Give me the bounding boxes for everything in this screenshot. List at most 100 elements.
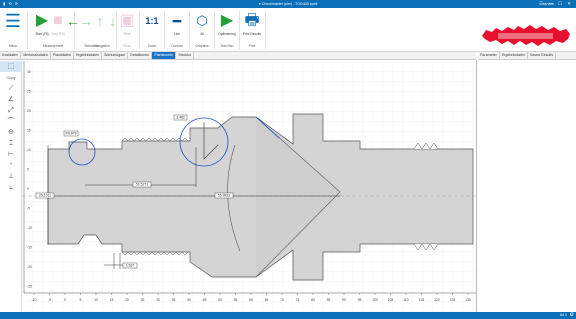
tab-planskontur[interactable]: Planskontur [152, 52, 177, 59]
svg-text:1.482: 1.482 [176, 116, 185, 120]
menu-group-label: Menu [8, 44, 18, 48]
x-tick-label: 45 [203, 298, 207, 302]
x-tick-label: 25 [141, 298, 145, 302]
y-tick-label: 10 [27, 148, 31, 152]
tab-saved-results[interactable]: Saved Results [528, 52, 557, 59]
navigation-group-label: Navigation [94, 44, 110, 48]
clear-label: Clear [123, 32, 131, 36]
x-tick-label: 50 [218, 298, 222, 302]
graphics-group-label: Graphics [195, 44, 209, 48]
x-tick-label: 85 [327, 298, 331, 302]
angle2-tool-icon[interactable]: ⦣ [0, 182, 22, 193]
optimierung-label: Optimierung [218, 32, 236, 36]
x-tick-label: 40 [187, 298, 191, 302]
contour-drawing[interactable]: R0.979 1.482 50.5271 25.1011 55.9831 1.5… [22, 61, 476, 312]
line-label: Line [173, 32, 181, 36]
contour-group-label: Contour [171, 44, 183, 48]
y-tick-label: -15 [27, 246, 32, 250]
clear-button[interactable]: ▣ Clear [116, 10, 138, 46]
x-tick-label: 30 [156, 298, 160, 302]
graphics-icon: ⬡ [196, 13, 208, 28]
company-logo [482, 25, 570, 46]
width-tool-icon[interactable]: ⊢ [0, 149, 22, 160]
x-tick-label: 10 [94, 298, 98, 302]
svg-text:25.1011: 25.1011 [39, 194, 51, 198]
group-separator [164, 11, 165, 49]
tab-kostdaten[interactable]: Kostdaten [0, 52, 22, 59]
x-tick-label: 20 [125, 298, 129, 302]
group-separator [265, 11, 266, 49]
print-group-label: Print [248, 44, 256, 48]
dimension-label-1537[interactable]: 1.537 [122, 262, 138, 269]
svg-text:R0.979: R0.979 [66, 132, 77, 136]
print-label: Print Results [242, 32, 262, 36]
svg-text:50.5271: 50.5271 [136, 183, 148, 187]
dimension-label-1482[interactable]: 1.482 [173, 114, 188, 121]
drawing-canvas[interactable]: R0.979 1.482 50.5271 25.1011 55.9831 1.5… [22, 61, 476, 312]
y-tick-label: 30 [27, 70, 31, 74]
dimension-label-r0979[interactable]: R0.979 [63, 130, 79, 137]
dimension-label-505271[interactable]: 50.5271 [132, 181, 152, 188]
clear-group-label: Clear [123, 44, 131, 48]
tab-detailkontur[interactable]: Detailkontur [128, 52, 153, 59]
all-graphics-button[interactable]: ⬡ All [191, 10, 213, 46]
print-results-button[interactable]: 🖶 Print Results [241, 10, 263, 46]
zoom-readout: 64.1 [560, 313, 567, 317]
line-tool-icon[interactable]: ⟋ [0, 83, 22, 94]
measure-tool-icon[interactable]: ⤢ [0, 105, 22, 116]
tab-werkzeugauf[interactable]: Werkzeugauf [102, 52, 129, 59]
status-bar: 64.1 ⚙ [0, 312, 576, 319]
y-tick-label: -25 [27, 285, 32, 289]
tab-planddaten[interactable]: Planddaten [51, 52, 74, 59]
tab-right-ergebnisdaten[interactable]: Ergebnisdaten [500, 52, 528, 59]
contour-line-icon: ━ [172, 13, 182, 29]
tab-merkmalsdaten[interactable]: Merkmalsdaten [21, 52, 51, 59]
groove-top [413, 142, 439, 150]
height-tool-icon[interactable]: ⌶ [0, 138, 22, 149]
zoom-ratio-value: 1:1 [145, 16, 159, 26]
settings-gear-icon[interactable]: ⚙ [570, 312, 574, 319]
group-separator [27, 11, 28, 49]
app-window: ▮ ⟲ ⟳ ● Checkmaster (sim) - TOG400 speit… [0, 0, 576, 319]
y-tick-label: -10 [27, 226, 32, 230]
y-tick-label: 25 [27, 90, 31, 94]
x-tick-label: 5 [80, 298, 82, 302]
zoom-button[interactable]: 1:1 [141, 10, 163, 46]
clear-icon: ▣ [119, 12, 135, 29]
x-tick-label: 105 [388, 298, 394, 302]
diameter-tool-icon[interactable]: ⊖ [0, 127, 22, 138]
x-tick-label: -5 [48, 298, 51, 302]
angle-tool-icon[interactable]: ∠ [0, 94, 22, 105]
x-tick-label: 80 [311, 298, 315, 302]
x-tick-label: 90 [342, 298, 346, 302]
optimierung-button[interactable]: ▶ Optimierung [216, 10, 238, 46]
x-tick-label: 120 [434, 298, 440, 302]
window-controls[interactable]: ☰ — ☐ ✕ [539, 1, 573, 7]
point-tool-icon[interactable]: ⁺ [0, 160, 22, 171]
x-tick-label: 125 [450, 298, 456, 302]
tab-struktur[interactable]: Struktur [176, 52, 195, 59]
x-tick-label: 95 [358, 298, 362, 302]
x-tick-label: 110 [403, 298, 409, 302]
select-tool-icon[interactable]: ⬚ [0, 61, 22, 72]
group-separator [239, 11, 240, 49]
x-tick-label: 115 [419, 298, 425, 302]
line-button[interactable]: ━ Line [166, 10, 188, 46]
dimension-label-559831[interactable]: 55.9831 [214, 192, 234, 199]
hamburger-icon: ☰ [4, 11, 22, 31]
y-tick-label: 15 [27, 129, 31, 133]
x-tick-label: 75 [296, 298, 300, 302]
dimension-label-251011[interactable]: 25.1011 [35, 192, 55, 199]
play-icon: ▶ [220, 12, 234, 29]
copy-tool-icon[interactable]: Copy [0, 72, 22, 83]
y-tick-label: 20 [27, 109, 31, 113]
tab-parameter[interactable]: Parameter [478, 52, 500, 59]
menu-button[interactable]: ☰ [2, 10, 24, 46]
tab-ergebnisdaten[interactable]: Ergebnisdaten [74, 52, 103, 59]
svg-text:55.9831: 55.9831 [218, 194, 230, 198]
arc-tool-icon[interactable]: ⌒ [0, 116, 22, 127]
x-tick-label: 0 [64, 298, 66, 302]
properties-panel [476, 60, 576, 312]
offset-tool-icon[interactable]: ⊥ [0, 171, 22, 182]
x-tick-label: 100 [372, 298, 378, 302]
